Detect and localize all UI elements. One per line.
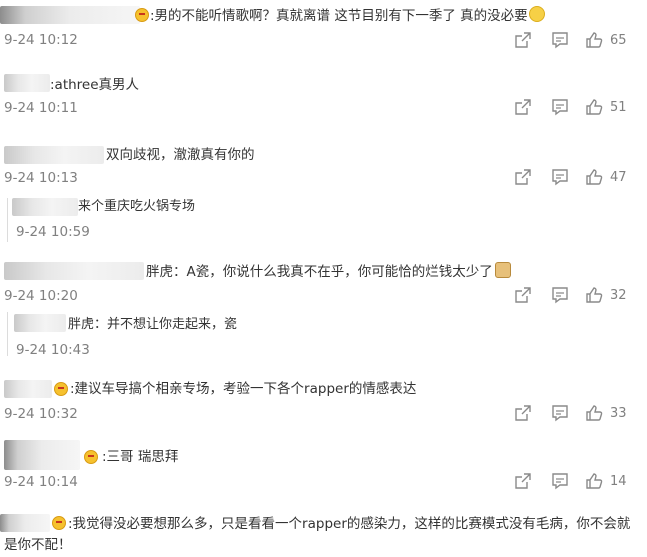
comment-actions: 33 (507, 404, 647, 424)
vip-emoji-icon (54, 382, 68, 396)
comment-icon[interactable] (551, 98, 569, 116)
share-icon[interactable] (514, 472, 532, 490)
share-icon[interactable] (514, 286, 532, 304)
comment-item: :男的不能听情歌啊？真就离谱 这节目别有下一季了 真的没必要 9-24 10:1… (0, 0, 647, 60)
comment-item: 胖虎：A瓷，你说什么我真不在乎，你可能恰的烂钱太少了 9-24 10:20 32… (0, 258, 647, 366)
reply-time: 9-24 10:43 (16, 342, 90, 358)
comment-item: 双向歧视，澈澈真有你的 9-24 10:13 47 来个重庆吃火锅专场 9-24… (0, 140, 647, 252)
like-count: 51 (610, 100, 627, 115)
comment-time: 9-24 10:20 (4, 288, 78, 304)
comment-icon[interactable] (551, 31, 569, 49)
username-blurred[interactable] (4, 380, 52, 398)
reply-divider (7, 198, 8, 242)
like-count: 33 (610, 406, 627, 421)
share-icon[interactable] (514, 31, 532, 49)
smile-emoji-icon (528, 6, 545, 22)
comment-text: :男的不能听情歌啊？真就离谱 这节目别有下一季了 真的没必要 (150, 6, 545, 25)
username-blurred[interactable] (4, 440, 80, 470)
like-icon[interactable] (585, 168, 603, 186)
share-icon[interactable] (514, 168, 532, 186)
like-icon[interactable] (585, 404, 603, 422)
comment-actions: 14 (507, 472, 647, 492)
username-blurred[interactable] (0, 6, 140, 24)
comment-time: 9-24 10:13 (4, 170, 78, 186)
reply-divider (7, 312, 8, 356)
share-icon[interactable] (514, 404, 532, 422)
username-blurred[interactable] (4, 146, 104, 164)
comment-time: 9-24 10:12 (4, 32, 78, 48)
comment-time: 9-24 10:14 (4, 474, 78, 490)
comment-text: :建议车导搞个相亲专场，考验一下各个rapper的情感表达 (70, 381, 417, 397)
comment-actions: 51 (507, 98, 647, 118)
comment-time: 9-24 10:32 (4, 406, 78, 422)
username-blurred[interactable] (4, 262, 144, 280)
vip-emoji-icon (84, 450, 98, 464)
comment-actions: 32 (507, 286, 647, 306)
comment-item: :建议车导搞个相亲专场，考验一下各个rapper的情感表达 9-24 10:32… (0, 376, 647, 428)
like-count: 14 (610, 474, 627, 489)
reply-text: 来个重庆吃火锅专场 (78, 199, 196, 214)
doge-emoji-icon (494, 262, 511, 278)
comment-icon[interactable] (551, 404, 569, 422)
comment-text: 胖虎：A瓷，你说什么我真不在乎，你可能恰的烂钱太少了 (146, 262, 511, 281)
comment-icon[interactable] (551, 168, 569, 186)
username-blurred[interactable] (4, 74, 50, 92)
comment-actions: 65 (507, 31, 647, 51)
reply-username-blurred[interactable] (14, 314, 66, 332)
like-count: 32 (610, 288, 627, 303)
reply-time: 9-24 10:59 (16, 224, 90, 240)
comment-icon[interactable] (551, 286, 569, 304)
comment-time: 9-24 10:11 (4, 100, 78, 116)
like-icon[interactable] (585, 31, 603, 49)
comment-text: :athree真男人 (50, 77, 140, 93)
reply-username-blurred[interactable] (12, 198, 78, 216)
like-count: 65 (610, 33, 627, 48)
reply-text: 胖虎：并不想让你走起来，瓷 (68, 317, 238, 332)
comment-icon[interactable] (551, 472, 569, 490)
like-count: 47 (610, 170, 627, 185)
comment-text: 双向歧视，澈澈真有你的 (106, 147, 255, 163)
comment-item: :athree真男人 9-24 10:11 51 (0, 68, 647, 124)
comment-item: :我觉得没必要想那么多，只是看看一个rapper的感染力，这样的比赛模式没有毛病… (0, 510, 647, 557)
share-icon[interactable] (514, 98, 532, 116)
comment-actions: 47 (507, 168, 647, 188)
like-icon[interactable] (585, 98, 603, 116)
vip-emoji-icon (135, 8, 149, 22)
comment-text: :三哥 瑞思拜 (102, 449, 179, 465)
comment-text: :我觉得没必要想那么多，只是看看一个rapper的感染力，这样的比赛模式没有毛病… (4, 516, 631, 553)
comment-item: :三哥 瑞思拜 9-24 10:14 14 (0, 436, 647, 498)
like-icon[interactable] (585, 472, 603, 490)
like-icon[interactable] (585, 286, 603, 304)
